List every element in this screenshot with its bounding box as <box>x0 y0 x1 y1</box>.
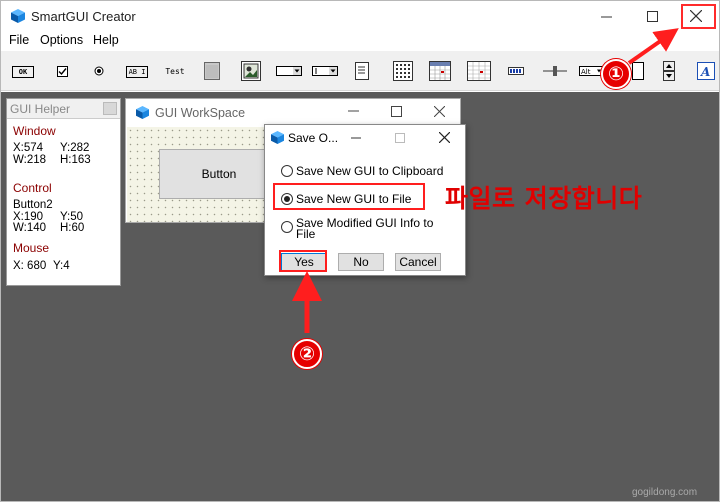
watermark: gogildong.com <box>632 487 698 498</box>
step-badge-2: ② <box>292 339 322 369</box>
app-window: SmartGUI Creator File Options Help OK AB… <box>0 0 720 502</box>
step-badge-1: ① <box>601 59 631 89</box>
arrow-to-close <box>627 28 679 65</box>
